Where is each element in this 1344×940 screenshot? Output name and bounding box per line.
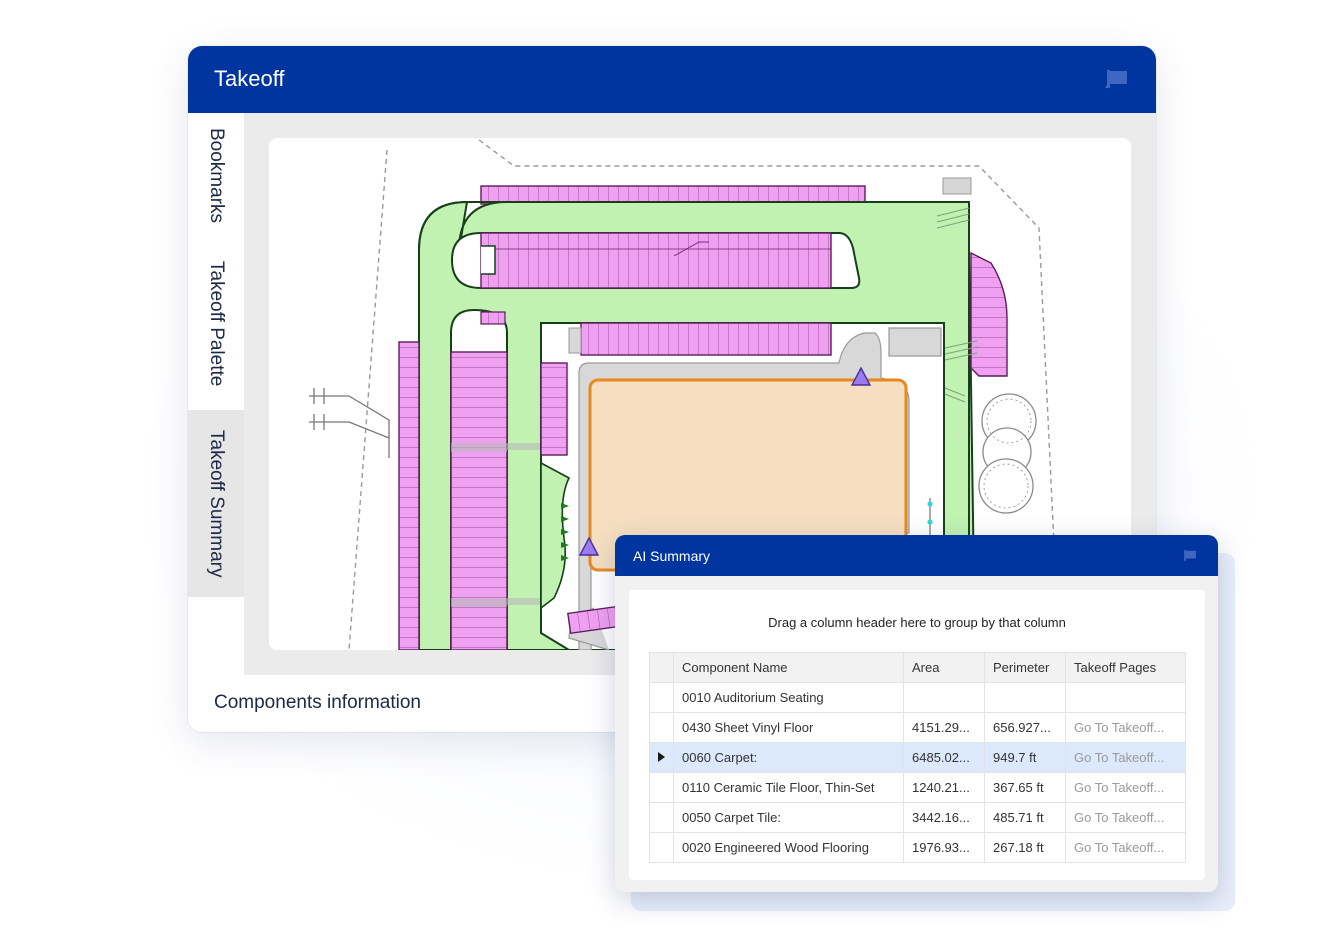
cell-area [903, 682, 985, 713]
column-header-area[interactable]: Area [903, 652, 985, 683]
cell-component-name: 0110 Ceramic Tile Floor, Thin-Set [673, 772, 904, 803]
table-row[interactable]: 0430 Sheet Vinyl Floor 4151.29... 656.92… [649, 712, 1186, 743]
cell-component-name: 0020 Engineered Wood Flooring [673, 832, 904, 863]
cell-perimeter [984, 682, 1066, 713]
table-row[interactable]: 0020 Engineered Wood Flooring 1976.93...… [649, 832, 1186, 863]
side-tabs: Bookmarks Takeoff Palette Takeoff Summar… [188, 113, 244, 732]
table-row-selected[interactable]: 0060 Carpet: 6485.02... 949.7 ft Go To T… [649, 742, 1186, 773]
takeoff-header: Takeoff [188, 46, 1156, 113]
summary-grid: Component Name Area Perimeter Takeoff Pa… [649, 652, 1186, 863]
go-to-takeoff-link[interactable]: Go To Takeoff... [1065, 802, 1186, 833]
go-to-takeoff-link[interactable]: Go To Takeoff... [1065, 772, 1186, 803]
ai-summary-header: AI Summary [615, 535, 1218, 576]
cell-perimeter: 267.18 ft [984, 832, 1066, 863]
table-row[interactable]: 0010 Auditorium Seating [649, 682, 1186, 713]
cell-component-name: 0060 Carpet: [673, 742, 904, 773]
table-row[interactable]: 0050 Carpet Tile: 3442.16... 485.71 ft G… [649, 802, 1186, 833]
ai-summary-window: AI Summary Drag a column header here to … [615, 535, 1218, 892]
pin-icon[interactable] [1182, 549, 1198, 562]
tab-takeoff-summary[interactable]: Takeoff Summary [188, 410, 244, 597]
group-by-drop-zone[interactable]: Drag a column header here to group by th… [629, 615, 1205, 630]
column-header-takeoff-pages[interactable]: Takeoff Pages [1065, 652, 1186, 683]
table-row[interactable]: 0110 Ceramic Tile Floor, Thin-Set 1240.2… [649, 772, 1186, 803]
cell-perimeter: 949.7 ft [984, 742, 1066, 773]
pin-icon[interactable] [1104, 68, 1130, 90]
cell-area: 4151.29... [903, 712, 985, 743]
ai-summary-title: AI Summary [633, 548, 711, 564]
tab-bookmarks[interactable]: Bookmarks [188, 113, 244, 239]
tab-takeoff-palette[interactable]: Takeoff Palette [188, 243, 244, 405]
column-header-component-name[interactable]: Component Name [673, 652, 904, 683]
ai-summary-body: Drag a column header here to group by th… [629, 590, 1205, 880]
row-indicator [649, 712, 674, 743]
column-header-perimeter[interactable]: Perimeter [984, 652, 1066, 683]
cell-component-name: 0010 Auditorium Seating [673, 682, 904, 713]
takeoff-title: Takeoff [214, 66, 285, 91]
row-indicator [649, 772, 674, 803]
tab-takeoff-summary-label: Takeoff Summary [206, 429, 227, 578]
row-indicator [649, 742, 674, 773]
go-to-takeoff-link[interactable]: Go To Takeoff... [1065, 712, 1186, 743]
row-indicator-header [649, 652, 674, 683]
go-to-takeoff-link[interactable]: Go To Takeoff... [1065, 742, 1186, 773]
cell-area: 3442.16... [903, 802, 985, 833]
cell-area: 1976.93... [903, 832, 985, 863]
cell-area: 6485.02... [903, 742, 985, 773]
cell-perimeter: 367.65 ft [984, 772, 1066, 803]
cell-perimeter: 656.927... [984, 712, 1066, 743]
triangle-right-icon [658, 752, 665, 762]
cell-area: 1240.21... [903, 772, 985, 803]
cell-takeoff-pages [1065, 682, 1186, 713]
row-indicator [649, 832, 674, 863]
cell-component-name: 0050 Carpet Tile: [673, 802, 904, 833]
components-information-label[interactable]: Components information [214, 692, 421, 714]
go-to-takeoff-link[interactable]: Go To Takeoff... [1065, 832, 1186, 863]
tab-bookmarks-label: Bookmarks [206, 128, 227, 224]
row-indicator [649, 802, 674, 833]
cell-component-name: 0430 Sheet Vinyl Floor [673, 712, 904, 743]
grid-header-row: Component Name Area Perimeter Takeoff Pa… [649, 652, 1186, 683]
tab-takeoff-palette-label: Takeoff Palette [206, 261, 227, 387]
cell-perimeter: 485.71 ft [984, 802, 1066, 833]
row-indicator [649, 682, 674, 713]
